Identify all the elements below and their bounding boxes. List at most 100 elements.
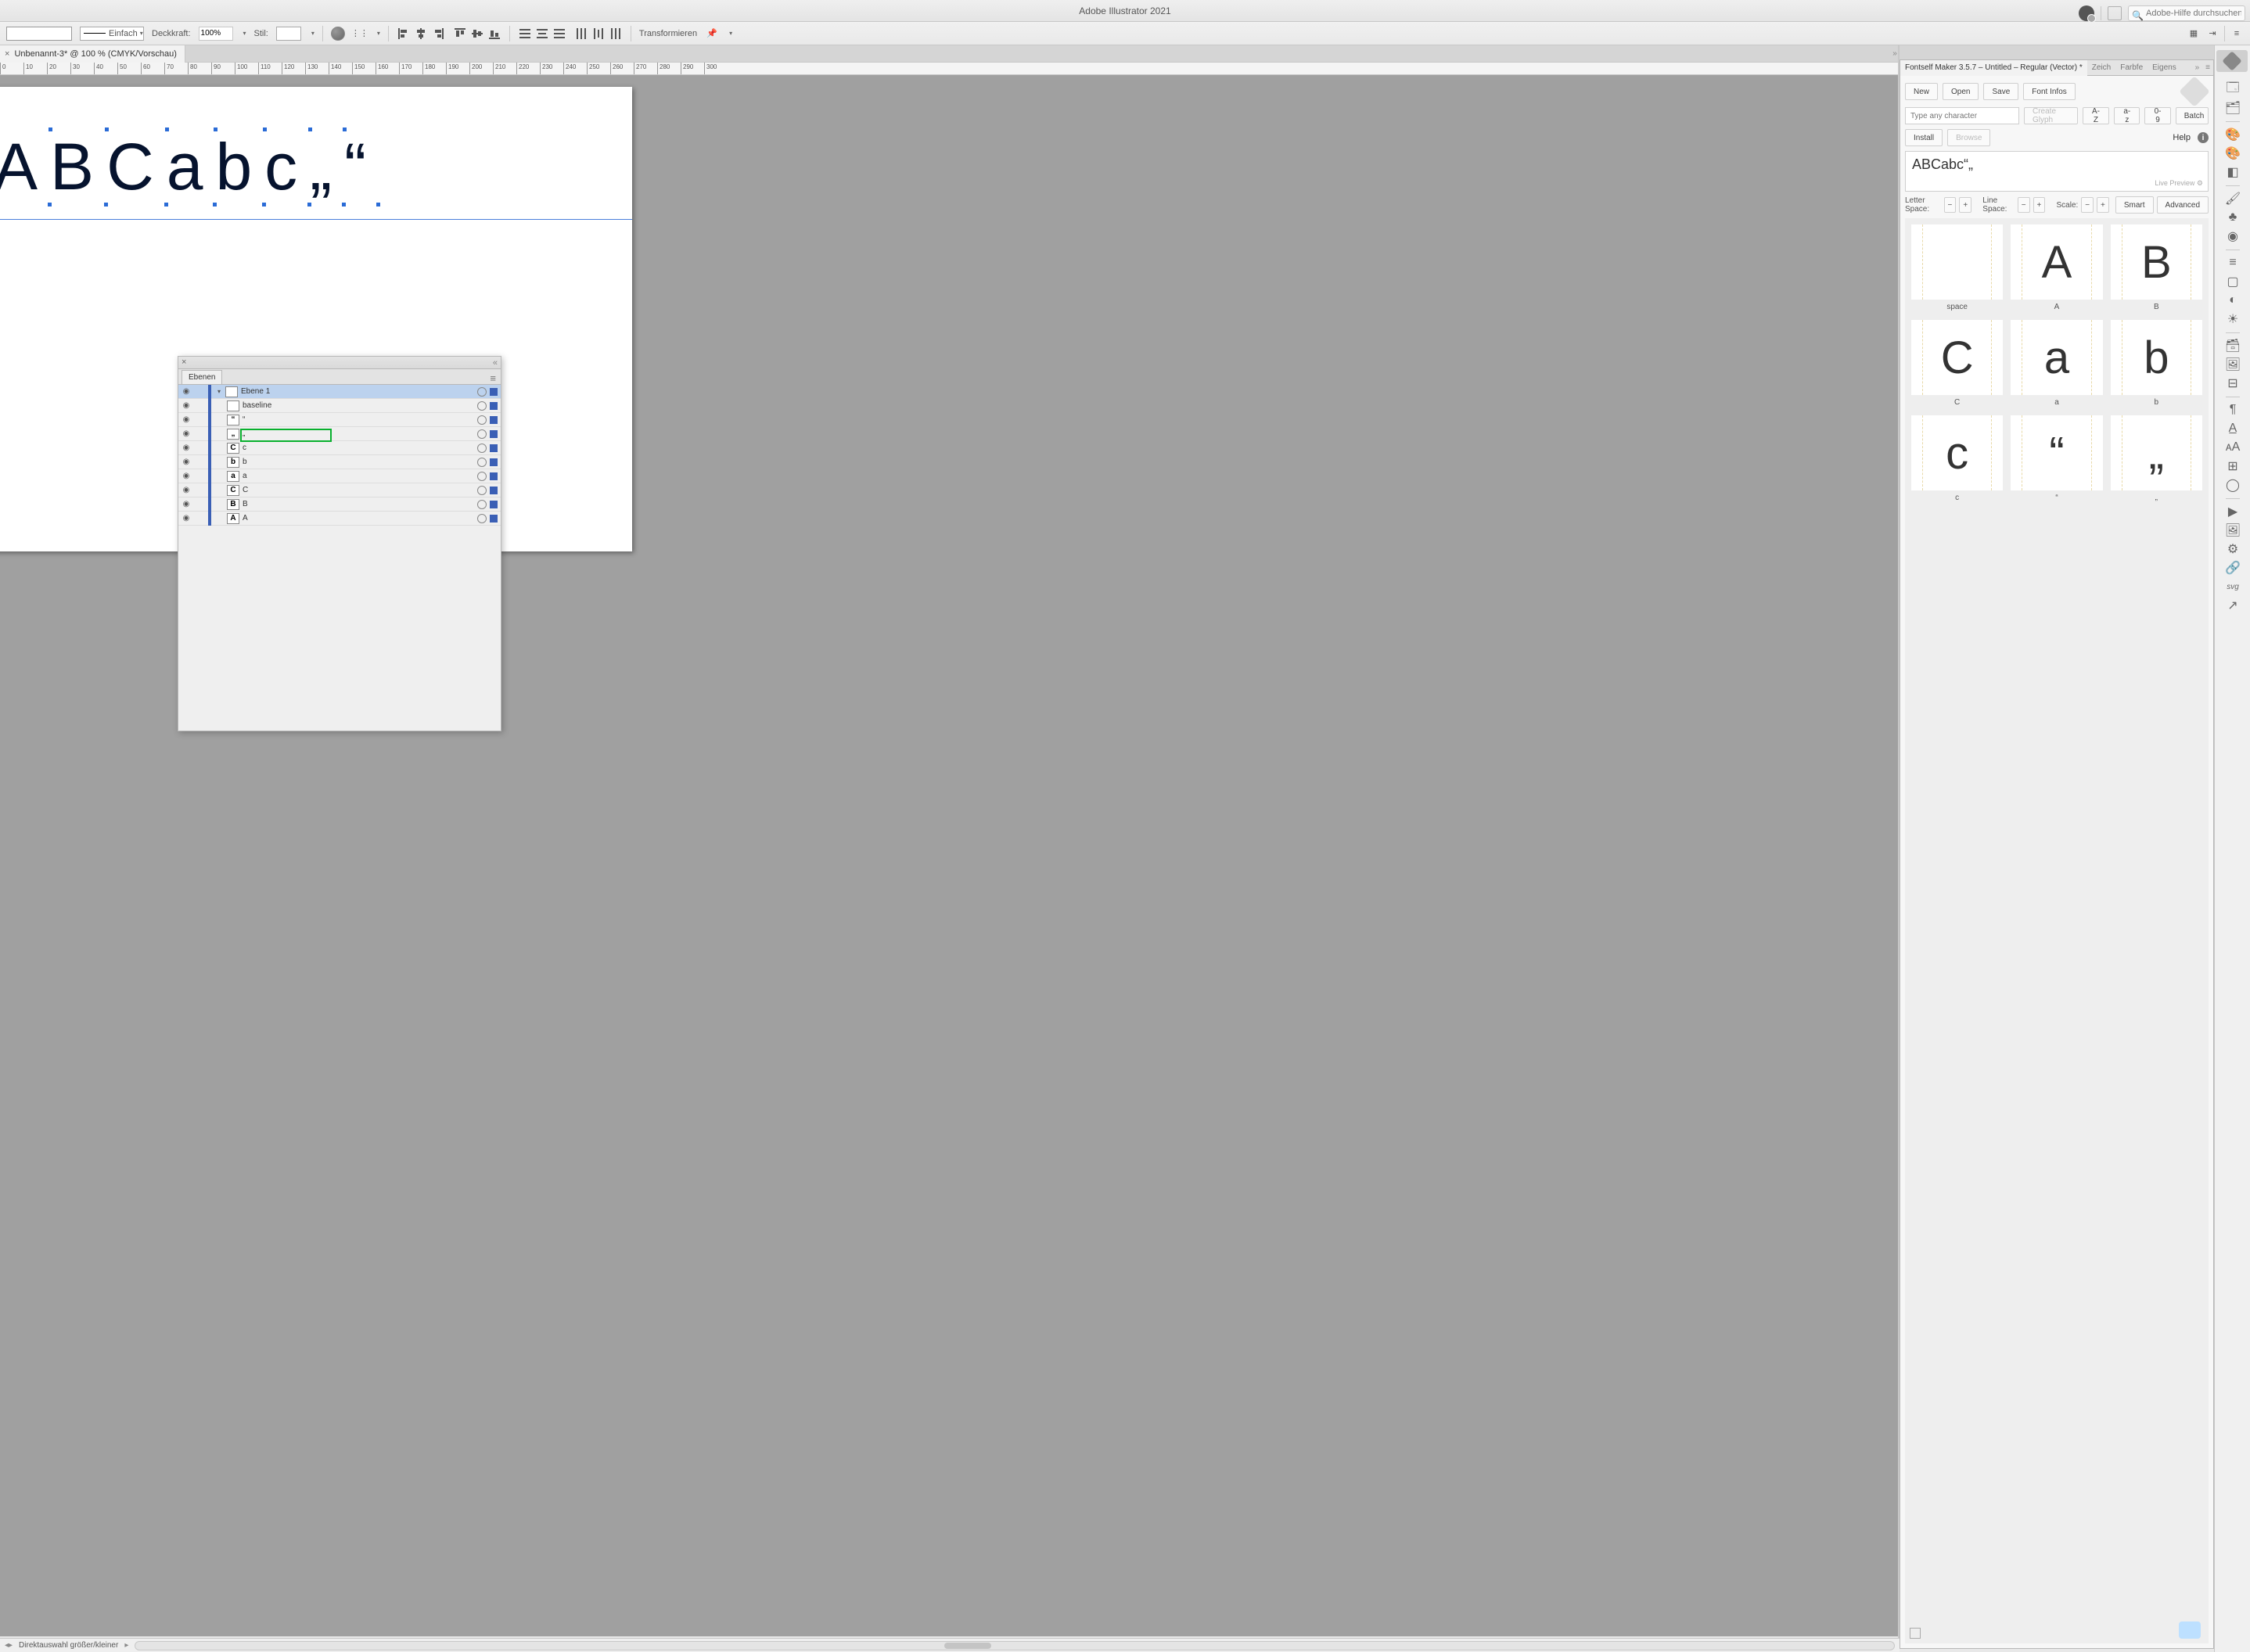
align-right-icon[interactable]: [431, 27, 445, 41]
visibility-icon[interactable]: ◉: [178, 415, 194, 424]
target-icon[interactable]: [477, 444, 487, 453]
panel-toggle-icon[interactable]: ⇥: [2205, 27, 2219, 41]
grid-view-icon[interactable]: ▦: [2187, 27, 2201, 41]
chevron-down-icon[interactable]: ▾: [243, 30, 246, 37]
character-input[interactable]: [1905, 107, 2019, 124]
range-az-lower-button[interactable]: a-z: [2114, 107, 2140, 124]
new-button[interactable]: New: [1905, 83, 1938, 100]
create-glyph-button[interactable]: Create Glyph: [2024, 107, 2078, 124]
panel-collapse-icon[interactable]: [2216, 50, 2248, 72]
dist-left-icon[interactable]: [574, 27, 588, 41]
visibility-icon[interactable]: ◉: [178, 444, 194, 452]
dist-right-icon[interactable]: [609, 27, 623, 41]
glyph-grid[interactable]: spaceAABBCCaabbcc““„„: [1905, 218, 2209, 1643]
document-tab[interactable]: × Unbenannt-3* @ 100 % (CMYK/Vorschau): [0, 45, 185, 63]
open-button[interactable]: Open: [1943, 83, 1979, 100]
glyph-cell[interactable]: aa: [2011, 320, 2102, 409]
ruler[interactable]: 0102030405060708090100110120130140150160…: [0, 63, 1900, 75]
smart-button[interactable]: Smart: [2115, 196, 2154, 214]
collapse-icon[interactable]: «: [493, 358, 498, 368]
layer-name[interactable]: B: [243, 500, 477, 508]
install-button[interactable]: Install: [1905, 129, 1943, 146]
baseline-guide[interactable]: [0, 219, 632, 220]
actions-icon[interactable]: ▶: [2219, 502, 2246, 521]
align-points-icon[interactable]: ⋮⋮: [353, 27, 367, 41]
glyph-char[interactable]: c: [264, 129, 310, 205]
visibility-icon[interactable]: ◉: [178, 429, 194, 438]
layer-row[interactable]: ◉„„: [178, 427, 501, 441]
tab-fontself[interactable]: Fontself Maker 3.5.7 – Untitled – Regula…: [1900, 60, 2087, 76]
canvas-stage[interactable]: ABCabc„“: [0, 75, 1900, 1636]
select-box[interactable]: [490, 444, 498, 452]
glyph-char[interactable]: b: [215, 129, 264, 205]
canvas-text[interactable]: ABCabc„“: [0, 129, 379, 205]
letter-space-plus[interactable]: +: [1959, 197, 1971, 213]
layer-name[interactable]: c: [243, 444, 477, 452]
help-search-input[interactable]: [2128, 5, 2245, 21]
browse-button[interactable]: Browse: [1947, 129, 1990, 146]
dist-top-icon[interactable]: [518, 27, 532, 41]
select-box[interactable]: [490, 487, 498, 494]
pattern-icon[interactable]: ◉: [2219, 227, 2246, 246]
tab-other[interactable]: Farbfe: [2115, 60, 2148, 76]
chat-icon[interactable]: [2179, 1621, 2201, 1639]
expand-icon[interactable]: »: [2192, 63, 2203, 72]
layer-name[interactable]: baseline: [243, 401, 477, 410]
links-icon[interactable]: 🔗: [2219, 558, 2246, 577]
target-icon[interactable]: [477, 458, 487, 467]
line-space-minus[interactable]: −: [2018, 197, 2030, 213]
glyph-cell[interactable]: bb: [2111, 320, 2202, 409]
visibility-icon[interactable]: ◉: [178, 486, 194, 494]
prev-artboard-icon[interactable]: ◂▸: [5, 1641, 13, 1650]
resize-handle-icon[interactable]: [1910, 1628, 1921, 1639]
transform-icon[interactable]: ◯: [2219, 476, 2246, 494]
chevron-down-icon[interactable]: ▾: [213, 388, 225, 395]
close-icon[interactable]: ×: [5, 49, 9, 59]
target-icon[interactable]: [477, 472, 487, 481]
help-link[interactable]: Help: [2173, 133, 2191, 142]
visibility-icon[interactable]: ◉: [178, 401, 194, 410]
layers-icon[interactable]: 🗂: [2219, 99, 2246, 117]
line-space-plus[interactable]: +: [2033, 197, 2046, 213]
layer-row[interactable]: ◉bb: [178, 455, 501, 469]
glyph-char[interactable]: A: [0, 129, 50, 205]
layer-row[interactable]: ◉““: [178, 413, 501, 427]
letter-space-minus[interactable]: −: [1944, 197, 1957, 213]
range-digits-button[interactable]: 0-9: [2144, 107, 2170, 124]
layer-row[interactable]: ◉AA: [178, 512, 501, 526]
align-vcenter-icon[interactable]: [470, 27, 484, 41]
panel-menu-icon[interactable]: ≡: [2202, 63, 2213, 72]
target-icon[interactable]: [477, 429, 487, 439]
target-icon[interactable]: [477, 387, 487, 397]
advanced-button[interactable]: Advanced: [2157, 196, 2209, 214]
glyph-cell[interactable]: ““: [2011, 415, 2102, 505]
select-box[interactable]: [490, 388, 498, 396]
layer-name[interactable]: A: [243, 514, 477, 523]
glyph-cell[interactable]: cc: [1911, 415, 2003, 505]
image-trace-icon[interactable]: 🖼: [2219, 521, 2246, 540]
visibility-icon[interactable]: ◉: [178, 387, 194, 396]
align-hcenter-icon[interactable]: [414, 27, 428, 41]
select-box[interactable]: [490, 501, 498, 508]
arrange-docs-icon[interactable]: [2108, 6, 2122, 20]
paragraph-icon[interactable]: ¶: [2219, 400, 2246, 419]
live-preview-toggle[interactable]: Live Preview: [2155, 179, 2203, 188]
scale-plus[interactable]: +: [2097, 197, 2109, 213]
glyph-cell[interactable]: „„: [2111, 415, 2202, 505]
glyphs-icon[interactable]: ⊞: [2219, 457, 2246, 476]
export-icon[interactable]: ↗: [2219, 596, 2246, 615]
layer-row[interactable]: ◉ baseline: [178, 399, 501, 413]
range-az-upper-button[interactable]: A-Z: [2083, 107, 2110, 124]
glyph-cell[interactable]: BB: [2111, 224, 2202, 314]
align-icon[interactable]: ⊟: [2219, 374, 2246, 393]
batch-button[interactable]: Batch: [2176, 107, 2209, 124]
info-icon[interactable]: i: [2198, 132, 2209, 143]
graphic-styles-icon[interactable]: ▢: [2219, 272, 2246, 291]
collapse-chevrons-icon[interactable]: »: [1890, 45, 1900, 61]
select-box[interactable]: [490, 416, 498, 424]
globe-icon[interactable]: [331, 27, 345, 41]
layers-panel[interactable]: × « Ebenen ≡ ◉ ▾ Ebene 1 ◉baseline◉““◉„„…: [178, 356, 501, 731]
gear-icon[interactable]: ⚙: [2219, 540, 2246, 558]
target-icon[interactable]: [477, 415, 487, 425]
tab-layers[interactable]: Ebenen: [182, 370, 222, 384]
